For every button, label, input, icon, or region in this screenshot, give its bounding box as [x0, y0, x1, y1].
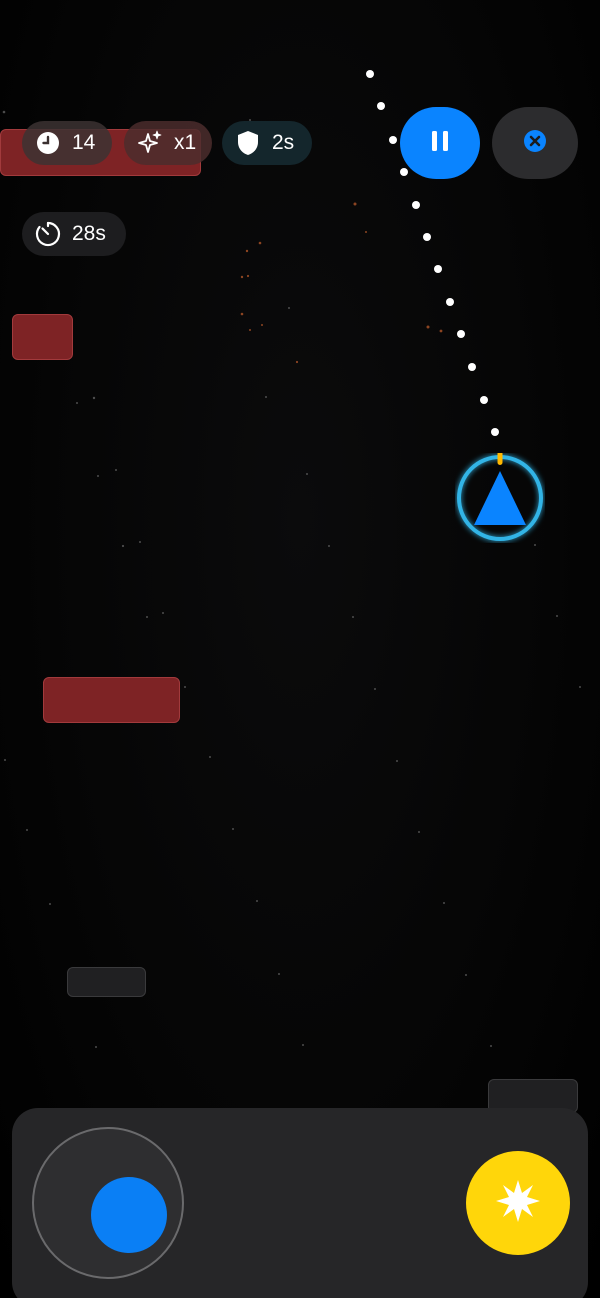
multiplier-badge: x1	[124, 121, 212, 165]
pause-button[interactable]	[400, 107, 480, 179]
joystick-knob[interactable]	[91, 1177, 167, 1253]
platform-block	[67, 967, 146, 997]
timer-badge: 28s	[22, 212, 126, 256]
shield-badge: 2s	[222, 121, 312, 165]
score-badge: 14	[22, 121, 112, 165]
burst-icon	[495, 1178, 541, 1229]
close-button[interactable]	[492, 107, 578, 179]
ember-particles	[240, 202, 443, 364]
player-ship	[455, 451, 545, 543]
pause-icon	[430, 130, 450, 157]
close-circle-icon	[523, 129, 547, 158]
shield-value: 2s	[272, 131, 295, 154]
hazard-block	[12, 314, 73, 360]
timer-value: 28s	[72, 222, 106, 245]
game-stage[interactable]: 14 x1 2s 28s	[0, 0, 600, 1298]
score-value: 14	[72, 131, 96, 154]
fire-button[interactable]	[466, 1151, 570, 1255]
stopwatch-icon	[34, 220, 62, 248]
multiplier-value: x1	[174, 131, 197, 154]
clock-icon	[34, 129, 62, 157]
sparkles-icon	[136, 129, 164, 157]
shield-icon	[234, 129, 262, 157]
triangle-ship-icon	[474, 471, 526, 525]
hazard-block	[43, 677, 180, 723]
aim-indicator	[497, 451, 503, 465]
